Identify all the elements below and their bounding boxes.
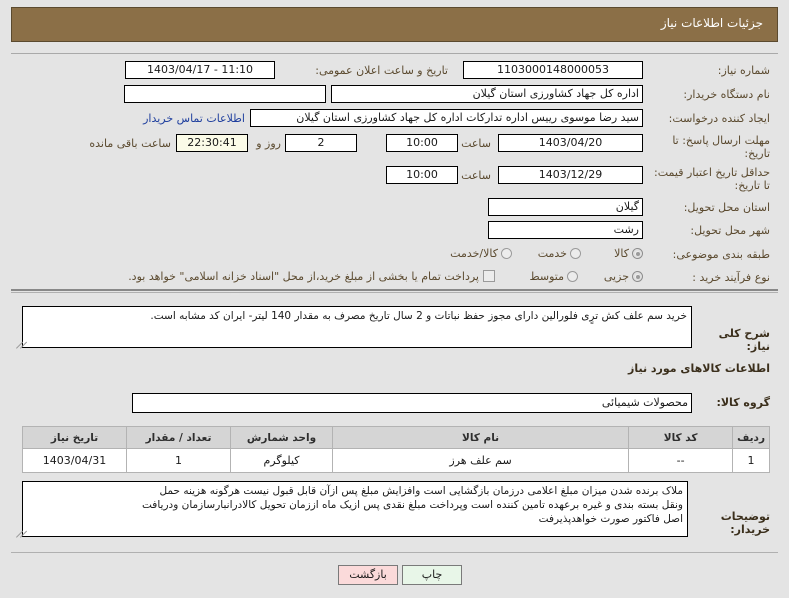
radio-subject-kala-khedmat[interactable]: کالا/خدمت [450, 247, 512, 260]
footer-divider [11, 552, 778, 553]
col-qty: تعداد / مقدار [126, 426, 231, 449]
buyer-notes-textarea[interactable]: ملاک برنده شدن میزان مبلغ اعلامی درزمان … [22, 481, 688, 537]
panel-divider [11, 292, 778, 293]
radio-subject-khedmat[interactable]: خدمت [538, 247, 581, 260]
public-announce-value: 1403/04/17 - 11:10 [125, 61, 275, 79]
need-number-value: 1103000148000053 [463, 61, 643, 79]
buyer-notes-line-2: ونقل بسته بندی و غیره برعهده تامین کننده… [142, 499, 683, 511]
col-index: ردیف [732, 426, 770, 449]
radio-purchase-motavaset-label: متوسط [529, 270, 564, 283]
radio-purchase-motavaset[interactable]: متوسط [529, 270, 578, 283]
label-response-deadline: مهلت ارسال پاسخ: تا تاریخ: [672, 134, 770, 160]
delivery-province-value: گیلان [488, 198, 643, 216]
checkbox-islamic-treasury-icon[interactable] [483, 270, 495, 282]
radio-subject-kala[interactable]: کالا [614, 247, 643, 260]
goods-group-value: محصولات شیمیائی [132, 393, 692, 413]
label-remaining-days: روز و [256, 137, 281, 150]
buyer-notes-line-3: اصل فاکتور صورت خواهدپذیرفت [538, 513, 683, 525]
cell-code: -- [628, 448, 734, 473]
cell-name: سم علف هرز [331, 448, 630, 473]
col-code: کد کالا [628, 426, 734, 449]
page-title: جزئیات اطلاعات نیاز [660, 16, 763, 30]
cell-unit: کیلوگرم [230, 448, 333, 473]
label-remaining-timer: ساعت باقی مانده [89, 137, 171, 150]
label-buyer-org: نام دستگاه خریدار: [683, 88, 770, 101]
label-response-time: ساعت [461, 137, 491, 150]
goods-table: ردیف کد کالا نام کالا واحد شمارش تعداد /… [22, 426, 770, 473]
buyer-org-value: اداره کل جهاد کشاورزی استان گیلان [331, 85, 643, 103]
label-price-validity-time: ساعت [461, 169, 491, 182]
goods-table-header-row: ردیف کد کالا نام کالا واحد شمارش تعداد /… [22, 426, 770, 449]
radio-purchase-jozei-label: جزیی [603, 270, 629, 283]
radio-subject-kala-khedmat-label: کالا/خدمت [450, 247, 498, 260]
delivery-city-value: رشت [488, 221, 643, 239]
radio-subject-khedmat-icon[interactable] [570, 248, 581, 259]
radio-subject-kala-label: کالا [614, 247, 629, 260]
need-info-panel: شماره نیاز: 1103000148000053 تاریخ و ساع… [11, 53, 778, 291]
label-subject-class: طبقه بندی موضوعی: [672, 248, 770, 261]
response-deadline-time: 10:00 [386, 134, 458, 152]
label-delivery-city: شهر محل تحویل: [690, 224, 770, 237]
label-purchase-type: نوع فرآیند خرید : [692, 271, 770, 284]
radio-purchase-motavaset-icon[interactable] [567, 271, 578, 282]
radio-subject-kala-icon[interactable] [632, 248, 643, 259]
radio-subject-khedmat-label: خدمت [537, 247, 567, 260]
need-description-textarea[interactable]: خرید سم علف کش ترٍی فلورالین دارای مجوز … [22, 306, 692, 348]
price-validity-time: 10:00 [386, 166, 458, 184]
remaining-timer-value: 22:30:41 [176, 134, 248, 152]
goods-section-heading: اطلاعات کالاهای مورد نیاز [628, 362, 770, 375]
requester-value: سید رضا موسوی رییس اداره تدارکات اداره ک… [250, 109, 643, 127]
label-buyer-notes: توضیحات خریدار: [720, 510, 770, 536]
label-delivery-province: استان محل تحویل: [683, 201, 770, 214]
label-need-description: شرح کلی نیاز: [718, 327, 770, 353]
label-price-validity: حداقل تاریخ اعتبار قیمت: تا تاریخ: [654, 166, 770, 192]
buyer-org-extra-value [124, 85, 326, 103]
radio-purchase-jozei-icon[interactable] [632, 271, 643, 282]
radio-purchase-jozei[interactable]: جزیی [604, 270, 643, 283]
checkbox-islamic-treasury-label: پرداخت تمام یا بخشی از مبلغ خرید،از محل … [128, 270, 479, 283]
label-need-number: شماره نیاز: [717, 64, 770, 77]
remaining-days-value: 2 [285, 134, 357, 152]
page-header-bar: جزئیات اطلاعات نیاز [11, 7, 778, 42]
print-button[interactable]: چاپ [402, 565, 462, 585]
col-name: نام کالا [331, 426, 630, 449]
buyer-contact-link[interactable]: اطلاعات تماس خریدار [143, 112, 245, 125]
back-button[interactable]: بازگشت [338, 565, 398, 585]
label-public-announce: تاریخ و ساعت اعلان عمومی: [315, 64, 448, 77]
col-need-date: تاریخ نیاز [22, 426, 127, 449]
cell-index: 1 [732, 448, 770, 473]
col-unit: واحد شمارش [230, 426, 333, 449]
response-deadline-date: 1403/04/20 [498, 134, 643, 152]
price-validity-date: 1403/12/29 [498, 166, 643, 184]
cell-qty: 1 [126, 448, 231, 473]
details-panel: شرح کلی نیاز: خرید سم علف کش ترٍی فلورال… [11, 295, 778, 547]
checkbox-islamic-treasury[interactable]: پرداخت تمام یا بخشی از مبلغ خرید،از محل … [35, 270, 495, 283]
radio-subject-kala-khedmat-icon[interactable] [501, 248, 512, 259]
cell-need-date: 1403/04/31 [22, 448, 127, 473]
label-goods-group: گروه کالا: [716, 396, 770, 409]
table-row[interactable]: 1 -- سم علف هرز کیلوگرم 1 1403/04/31 [22, 448, 770, 473]
buyer-notes-line-1: ملاک برنده شدن میزان مبلغ اعلامی درزمان … [159, 485, 683, 497]
page-root: tender.ne جزئیات اطلاعات نیاز شماره نیاز… [0, 0, 789, 598]
label-requester: ایجاد کننده درخواست: [668, 112, 770, 125]
